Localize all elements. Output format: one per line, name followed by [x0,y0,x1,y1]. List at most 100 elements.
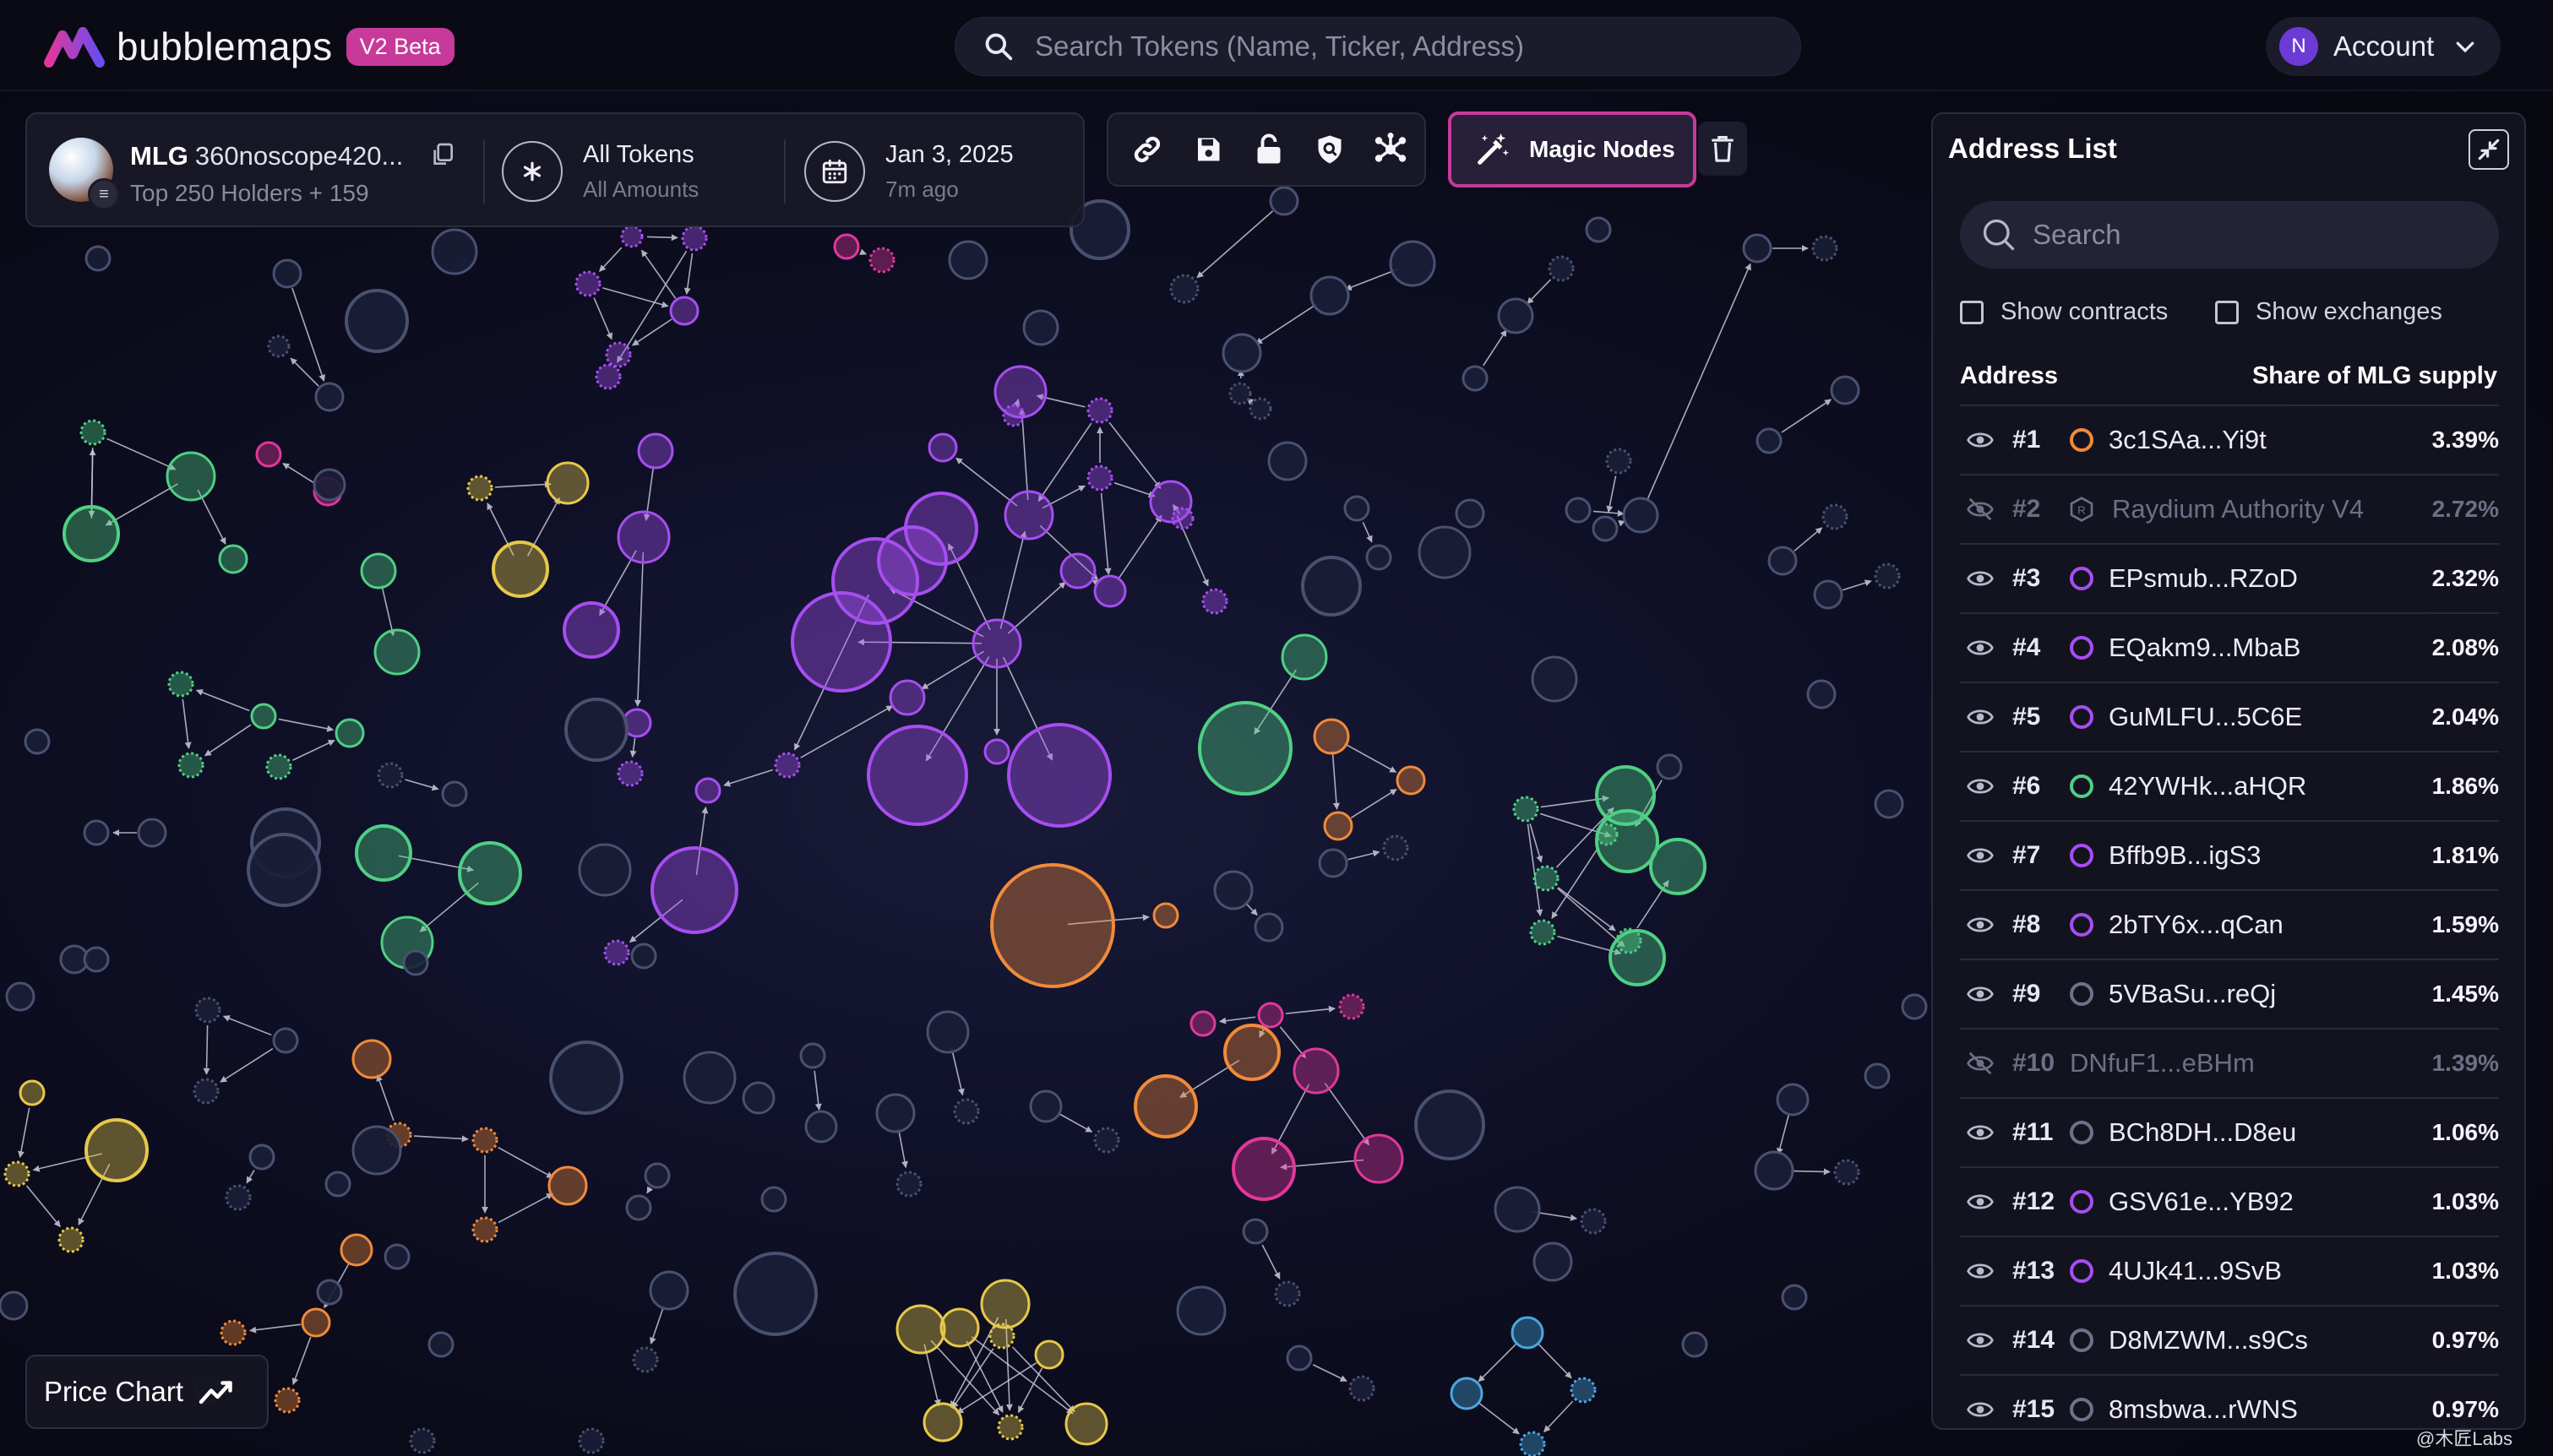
holder-bubble[interactable] [549,1040,623,1115]
address-row[interactable]: #13 4UJk41...9SvB 1.03% [1960,1236,2499,1305]
holder-bubble[interactable] [683,1051,737,1105]
holder-bubble[interactable] [1511,1316,1544,1350]
holder-bubble[interactable] [644,1162,671,1189]
holder-bubble[interactable] [799,1042,826,1069]
holder-bubble[interactable] [471,1127,498,1154]
unlock-icon[interactable] [1250,131,1287,168]
holder-bubble[interactable] [1389,240,1436,287]
holder-bubble[interactable] [220,1319,247,1346]
snapshot-date[interactable]: Jan 3, 2025 [885,141,1014,169]
holder-bubble[interactable] [1029,1089,1063,1123]
holder-bubble[interactable] [1281,633,1328,681]
holder-bubble[interactable] [1189,1010,1217,1037]
copy-icon[interactable] [429,141,456,168]
eye-icon[interactable] [1965,566,1995,591]
holder-bubble[interactable] [316,1279,343,1306]
holder-bubble[interactable] [1007,723,1112,828]
holder-bubble[interactable] [1414,1089,1485,1160]
holder-bubble[interactable] [1093,574,1127,608]
eye-off-icon[interactable] [1965,497,1995,522]
holder-bubble[interactable] [1570,1377,1597,1404]
holder-bubble[interactable] [972,618,1022,669]
holder-bubble[interactable] [250,703,277,730]
holder-bubble[interactable] [1494,1186,1541,1233]
holder-bubble[interactable] [546,461,590,505]
show-exchanges-checkbox[interactable] [2215,300,2239,324]
holder-bubble[interactable] [1595,765,1656,826]
address-row[interactable]: #3 EPsmub...RZoD 2.32% [1960,543,2499,612]
link-icon[interactable] [1129,131,1166,168]
holder-bubble[interactable] [247,833,321,907]
holder-bubble[interactable] [1585,216,1612,243]
holder-bubble[interactable] [355,824,412,882]
holder-bubble[interactable] [1580,1208,1607,1235]
holder-bubble[interactable] [1338,993,1365,1020]
holder-bubble[interactable] [1833,1159,1860,1186]
eye-icon[interactable] [1965,774,1995,799]
holder-bubble[interactable] [1293,1047,1340,1095]
eye-icon[interactable] [1965,1189,1995,1214]
holder-bubble[interactable] [340,1233,373,1267]
holder-bubble[interactable] [1257,1002,1284,1029]
holder-bubble[interactable] [889,679,926,716]
address-label[interactable]: Bffb9B...igS3 [2109,840,2261,871]
address-row[interactable]: #6 42YWHk...aHQR 1.86% [1960,751,2499,820]
address-row[interactable]: #4 EQakm9...MbaB 2.08% [1960,612,2499,682]
holder-bubble[interactable] [79,419,106,446]
holder-bubble[interactable] [1176,1285,1227,1336]
eye-icon[interactable] [1965,1328,1995,1353]
holder-bubble[interactable] [265,753,292,780]
holder-bubble[interactable] [1059,552,1097,589]
holder-bubble[interactable] [928,432,958,463]
holder-bubble[interactable] [564,698,629,762]
holder-bubble[interactable] [166,451,216,502]
holder-bubble[interactable] [1806,679,1837,709]
collapse-icon[interactable] [2469,129,2509,170]
holder-bubble[interactable] [742,1081,776,1115]
eye-icon[interactable] [1965,427,1995,453]
holder-bubble[interactable] [1565,497,1592,524]
holder-bubble[interactable] [1169,274,1200,304]
holder-bubble[interactable] [402,949,429,976]
holder-bubble[interactable] [632,1346,659,1373]
holder-bubble[interactable] [1742,233,1772,263]
address-label[interactable]: 8msbwa...rWNS [2109,1394,2298,1425]
holder-bubble[interactable] [939,1307,980,1348]
holder-bubble[interactable] [1002,404,1026,427]
holder-bubble[interactable] [574,270,602,297]
holder-bubble[interactable] [650,846,738,934]
address-row[interactable]: #7 Bffb9B...igS3 1.81% [1960,820,2499,889]
holder-bubble[interactable] [1681,1331,1708,1358]
holder-bubble[interactable] [1656,753,1683,780]
holder-bubble[interactable] [1830,375,1860,405]
holder-bubble[interactable] [1649,838,1707,895]
holder-bubble[interactable] [63,505,120,562]
address-row[interactable]: #1 3c1SAa...Yi9t 3.39% [1960,405,2499,474]
holder-bubble[interactable] [1313,718,1350,755]
holder-bubble[interactable] [774,752,801,779]
token-filter-title[interactable]: All Tokens [583,141,694,169]
show-contracts-checkbox[interactable] [1960,300,1984,324]
holder-bubble[interactable] [926,1010,970,1054]
holder-bubble[interactable] [301,1307,331,1338]
holder-bubble[interactable] [895,1304,946,1355]
holder-bubble[interactable] [833,233,860,260]
holder-bubble[interactable] [1874,562,1901,589]
holder-bubble[interactable] [1004,490,1054,541]
holder-bubble[interactable] [1821,503,1848,530]
holder-bubble[interactable] [617,510,671,564]
holder-bubble[interactable] [804,1110,838,1144]
holder-bubble[interactable] [895,1171,923,1198]
address-label[interactable]: 42YWHk...aHQR [2109,771,2306,801]
holder-bubble[interactable] [1776,1083,1810,1116]
holder-bubble[interactable] [595,363,622,390]
holder-bubble[interactable] [578,1427,605,1454]
holder-bubble[interactable] [1864,1062,1891,1089]
holder-bubble[interactable] [194,997,221,1024]
network-icon[interactable] [1372,131,1409,168]
holder-bubble[interactable] [225,1184,252,1211]
holder-bubble[interactable] [248,1144,275,1171]
holder-bubble[interactable] [1198,701,1293,796]
eye-icon[interactable] [1965,843,1995,868]
holder-bubble[interactable] [1267,441,1308,481]
